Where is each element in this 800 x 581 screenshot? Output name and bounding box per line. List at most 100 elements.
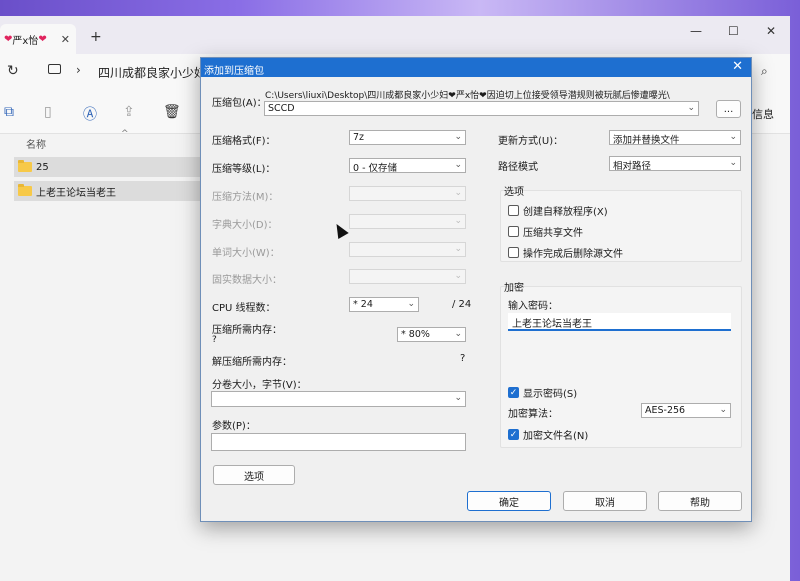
sfx-label: 创建自释放程序(X) (523, 207, 608, 218)
cpu-threads-select[interactable]: * 24 ⌄ (349, 297, 419, 312)
dropdown-arrow-icon: ⌄ (729, 132, 737, 142)
folder-icon (18, 160, 32, 172)
format-label: 压缩格式(F)： (212, 136, 276, 147)
level-label: 压缩等级(L)： (212, 164, 276, 175)
refresh-icon[interactable]: ↻ (7, 63, 19, 79)
update-value: 添加并替换文件 (613, 135, 680, 145)
checkbox-box (508, 205, 519, 216)
add-to-archive-dialog: 添加到压缩包 ✕ 压缩包(A)： C:\Users\liuxi\Desktop\… (200, 57, 752, 522)
memory-unknown: ? (212, 335, 217, 345)
dropdown-arrow-icon: ⌄ (454, 271, 462, 281)
shared-files-checkbox[interactable]: 压缩共享文件 (508, 224, 583, 239)
search-icon[interactable]: ⌕ (761, 64, 768, 79)
params-label: 参数(P)： (212, 421, 256, 432)
format-value: 7z (353, 132, 365, 143)
new-tab-icon[interactable]: + (90, 29, 102, 45)
archive-path: C:\Users\liuxi\Desktop\四川成都良家小少妇❤严x怡❤因迫切… (265, 91, 670, 101)
encrypt-names-checkbox[interactable]: ✓ 加密文件名(N) (508, 427, 588, 442)
dict-select[interactable]: ⌄ (349, 214, 466, 229)
encryption-method-value: AES-256 (645, 405, 686, 416)
file-list-item[interactable]: 上老王论坛当老王 (14, 181, 202, 201)
ok-button[interactable]: 确定 (467, 491, 551, 511)
column-header-name[interactable]: 名称 (26, 136, 46, 151)
tab-title: 严x怡 (12, 35, 39, 47)
encryption-method-select[interactable]: AES-256 ⌄ (641, 403, 731, 418)
window-close-icon[interactable]: ✕ (766, 24, 776, 38)
encryption-method-label: 加密算法： (508, 409, 558, 420)
word-select[interactable]: ⌄ (349, 242, 466, 257)
memory-label: 压缩所需内存： (212, 325, 282, 336)
cancel-button[interactable]: 取消 (563, 491, 647, 511)
share-icon[interactable]: ⇪ (123, 104, 135, 120)
archive-name-combobox[interactable]: SCCD ⌄ (264, 101, 699, 116)
help-button[interactable]: 帮助 (658, 491, 742, 511)
dropdown-arrow-icon: ⌄ (729, 158, 737, 168)
delete-source-label: 操作完成后删除源文件 (523, 249, 623, 260)
file-name: 25 (36, 161, 49, 173)
path-mode-label: 路径模式 (498, 162, 538, 173)
split-size-combobox[interactable]: ⌄ (211, 391, 466, 407)
delete-source-checkbox[interactable]: 操作完成后删除源文件 (508, 245, 623, 260)
address-path[interactable]: 四川成都良家小少妇 (98, 64, 206, 81)
options-button[interactable]: 选项 (213, 465, 295, 485)
heart-icon: ❤ (4, 33, 13, 45)
cpu-label: CPU 线程数： (212, 303, 276, 314)
computer-icon[interactable] (48, 64, 61, 74)
close-icon[interactable]: ✕ (732, 59, 743, 74)
file-list-item[interactable]: 25 (14, 157, 202, 177)
password-input[interactable]: 上老王论坛当老王 (508, 313, 731, 331)
word-label: 单词大小(W)： (212, 248, 280, 259)
browse-button[interactable]: ... (716, 100, 741, 118)
cpu-total: / 24 (452, 299, 472, 310)
dropdown-arrow-icon: ⌄ (687, 103, 695, 113)
explorer-tab[interactable]: ❤ 严x怡 ❤ ✕ (0, 24, 76, 54)
rename-icon[interactable]: Ⓐ (83, 104, 97, 124)
checkbox-box (508, 226, 519, 237)
dropdown-arrow-icon: ⌄ (454, 216, 462, 226)
dropdown-arrow-icon: ⌄ (454, 393, 462, 403)
checkmark-icon: ✓ (508, 387, 519, 398)
dropdown-arrow-icon: ⌄ (454, 188, 462, 198)
cpu-value: * 24 (353, 299, 373, 310)
minimize-icon[interactable]: — (690, 24, 702, 38)
delete-icon[interactable]: 🗑 (163, 104, 181, 120)
decompress-memory-value: ? (460, 353, 466, 364)
split-label: 分卷大小，字节(V)： (212, 380, 307, 391)
memory-select[interactable]: * 80% ⌄ (397, 327, 466, 342)
method-label: 压缩方法(M)： (212, 192, 279, 203)
dropdown-arrow-icon: ⌄ (407, 299, 415, 309)
checkmark-icon: ✓ (508, 429, 519, 440)
dropdown-arrow-icon: ⌄ (454, 160, 462, 170)
path-mode-select[interactable]: 相对路径 ⌄ (609, 156, 741, 171)
sort-up-icon: ^ (121, 129, 129, 139)
level-select[interactable]: 0 - 仅存储 ⌄ (349, 158, 466, 173)
archive-name-value: SCCD (268, 103, 295, 114)
dropdown-arrow-icon: ⌄ (454, 329, 462, 339)
encryption-group-title: 加密 (504, 283, 524, 294)
show-password-checkbox[interactable]: ✓ 显示密码(S) (508, 385, 577, 400)
close-icon[interactable]: ✕ (61, 33, 70, 46)
tab-strip: ❤ 严x怡 ❤ ✕ + — ☐ ✕ (0, 16, 790, 54)
format-select[interactable]: 7z ⌄ (349, 130, 466, 145)
solid-select[interactable]: ⌄ (349, 269, 466, 284)
update-label: 更新方式(U)： (498, 136, 564, 147)
decompress-memory-label: 解压缩所需内存： (212, 357, 292, 368)
method-select[interactable]: ⌄ (349, 186, 466, 201)
update-mode-select[interactable]: 添加并替换文件 ⌄ (609, 130, 741, 145)
archive-label: 压缩包(A)： (212, 98, 267, 109)
sfx-checkbox[interactable]: 创建自释放程序(X) (508, 203, 608, 218)
options-group-title: 选项 (504, 187, 524, 198)
level-value: 0 - 仅存储 (353, 163, 398, 173)
maximize-icon[interactable]: ☐ (728, 24, 739, 38)
file-name: 上老王论坛当老王 (36, 187, 116, 199)
chevron-right-icon[interactable]: › (76, 63, 81, 77)
paste-icon[interactable]: ▯ (44, 104, 52, 120)
path-mode-value: 相对路径 (613, 161, 652, 171)
dict-label: 字典大小(D)： (212, 220, 278, 231)
dropdown-arrow-icon: ⌄ (454, 244, 462, 254)
details-label[interactable]: 信息 (752, 106, 774, 122)
params-input[interactable] (211, 433, 466, 451)
shared-files-label: 压缩共享文件 (523, 228, 583, 239)
copy-icon[interactable]: ⧉ (4, 104, 14, 120)
checkbox-box (508, 247, 519, 258)
